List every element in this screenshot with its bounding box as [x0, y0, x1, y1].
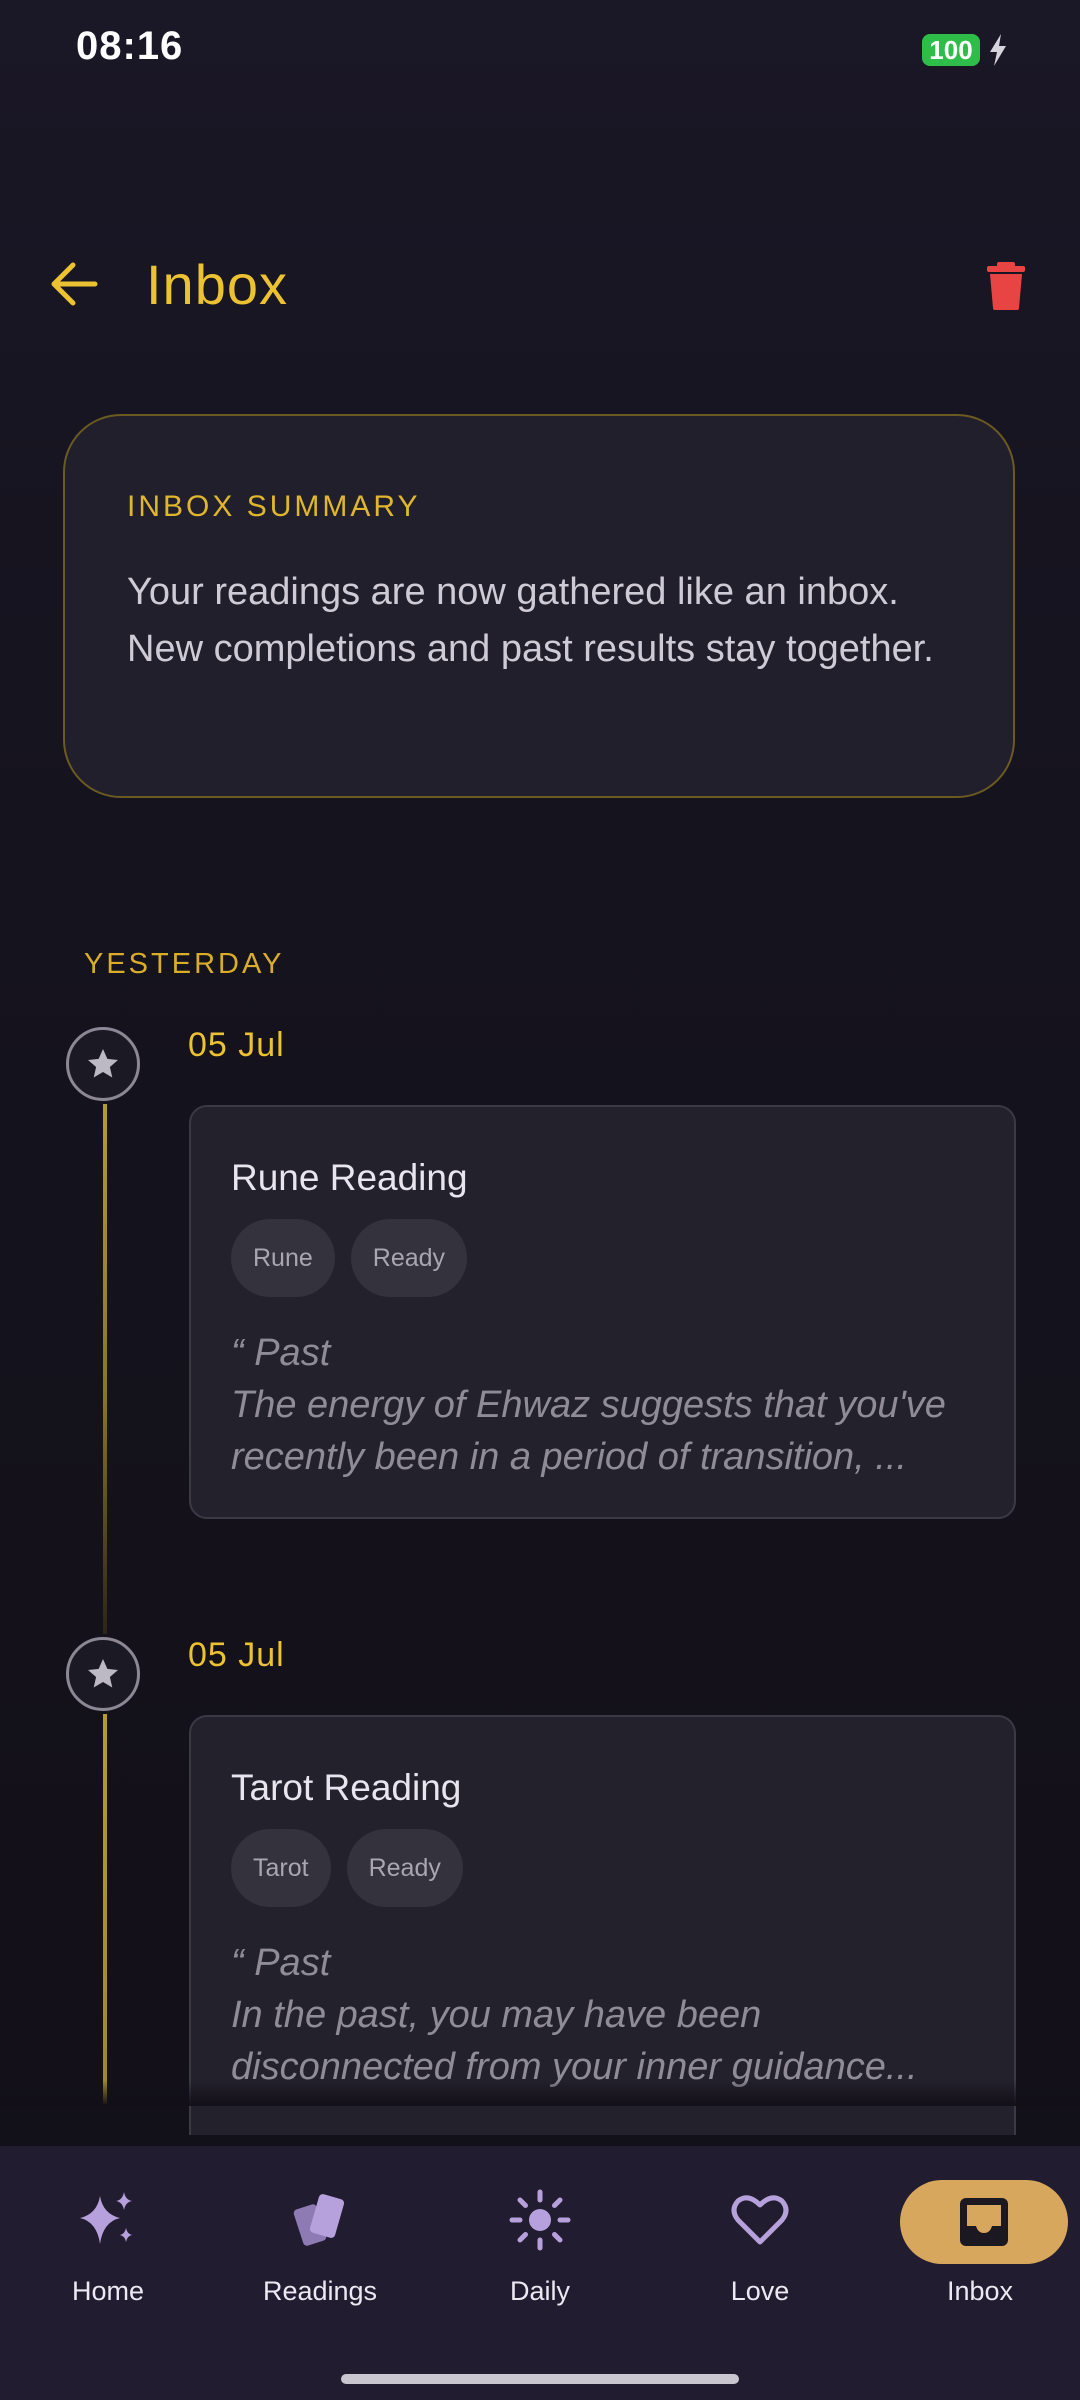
status-chip: Ready — [346, 1829, 463, 1907]
timeline-line — [103, 1714, 107, 2104]
sparkles-icon — [58, 2180, 158, 2260]
trash-icon — [987, 262, 1025, 310]
nav-label: Daily — [509, 2276, 570, 2306]
nav-label: Home — [71, 2276, 145, 2306]
nav-item-love[interactable]: Love — [652, 2146, 868, 2376]
inbox-summary-card: INBOX SUMMARY Your readings are now gath… — [63, 414, 1015, 798]
status-bar: 08:16 100 — [0, 0, 1080, 100]
timeline-node — [66, 1637, 140, 1711]
summary-label: INBOX SUMMARY — [127, 490, 421, 523]
entry-date: 05 Jul — [188, 1636, 285, 1674]
nav-label: Love — [730, 2276, 790, 2306]
card-title: Tarot Reading — [231, 1767, 462, 1808]
charging-bolt-icon — [990, 34, 1006, 66]
delete-all-button[interactable] — [976, 256, 1036, 316]
reading-card-tarot[interactable]: Tarot Reading Tarot Ready “ Past In the … — [189, 1715, 1016, 2135]
status-chip: Ready — [350, 1219, 468, 1297]
tag-chip: Rune — [231, 1219, 335, 1297]
inbox-icon — [900, 2180, 1068, 2264]
scroll-fade — [0, 2080, 1080, 2106]
nav-item-home[interactable]: Home — [0, 2146, 216, 2376]
arrow-left-icon — [51, 262, 98, 306]
timeline-node — [66, 1027, 140, 1101]
star-icon — [88, 1049, 118, 1078]
excerpt-heading: “ Past — [231, 1332, 331, 1374]
excerpt-heading: “ Past — [231, 1942, 331, 1984]
back-button[interactable] — [44, 254, 104, 314]
tag-list: Tarot Ready — [231, 1829, 463, 1907]
cards-icon — [270, 2180, 370, 2260]
reading-card-rune[interactable]: Rune Reading Rune Ready “ Past The energ… — [189, 1105, 1016, 1519]
nav-label: Inbox — [946, 2276, 1014, 2306]
excerpt-text: In the past, you may have been disconnec… — [231, 1994, 918, 2088]
battery-indicator: 100 — [922, 34, 980, 66]
page-title: Inbox — [146, 253, 288, 316]
reading-excerpt: “ Past The energy of Ehwaz suggests that… — [231, 1327, 991, 1483]
app-screen: 08:16 100 Inbox INBOX SUMMARY Your readi… — [0, 0, 1080, 2400]
reading-excerpt: “ Past In the past, you may have been di… — [231, 1937, 991, 2093]
excerpt-text: The energy of Ehwaz suggests that you've… — [231, 1384, 946, 1478]
section-label-yesterday: YESTERDAY — [84, 948, 285, 980]
star-icon — [88, 1659, 118, 1688]
entry-date: 05 Jul — [188, 1026, 285, 1064]
nav-item-readings[interactable]: Readings — [212, 2146, 428, 2376]
nav-item-inbox[interactable]: Inbox — [872, 2146, 1080, 2376]
nav-item-daily[interactable]: Daily — [432, 2146, 648, 2376]
card-title: Rune Reading — [231, 1157, 468, 1198]
tag-list: Rune Ready — [231, 1219, 468, 1297]
status-time: 08:16 — [76, 24, 184, 68]
timeline-line — [103, 1104, 107, 1634]
bottom-navigation: Home Readings Daily Love Inbox — [0, 2146, 1080, 2400]
gesture-navigation-bar[interactable] — [341, 2374, 739, 2384]
tag-chip: Tarot — [231, 1829, 331, 1907]
nav-label: Readings — [262, 2276, 378, 2306]
heart-icon — [710, 2180, 810, 2260]
sun-icon — [490, 2180, 590, 2260]
summary-text: Your readings are now gathered like an i… — [127, 571, 934, 670]
